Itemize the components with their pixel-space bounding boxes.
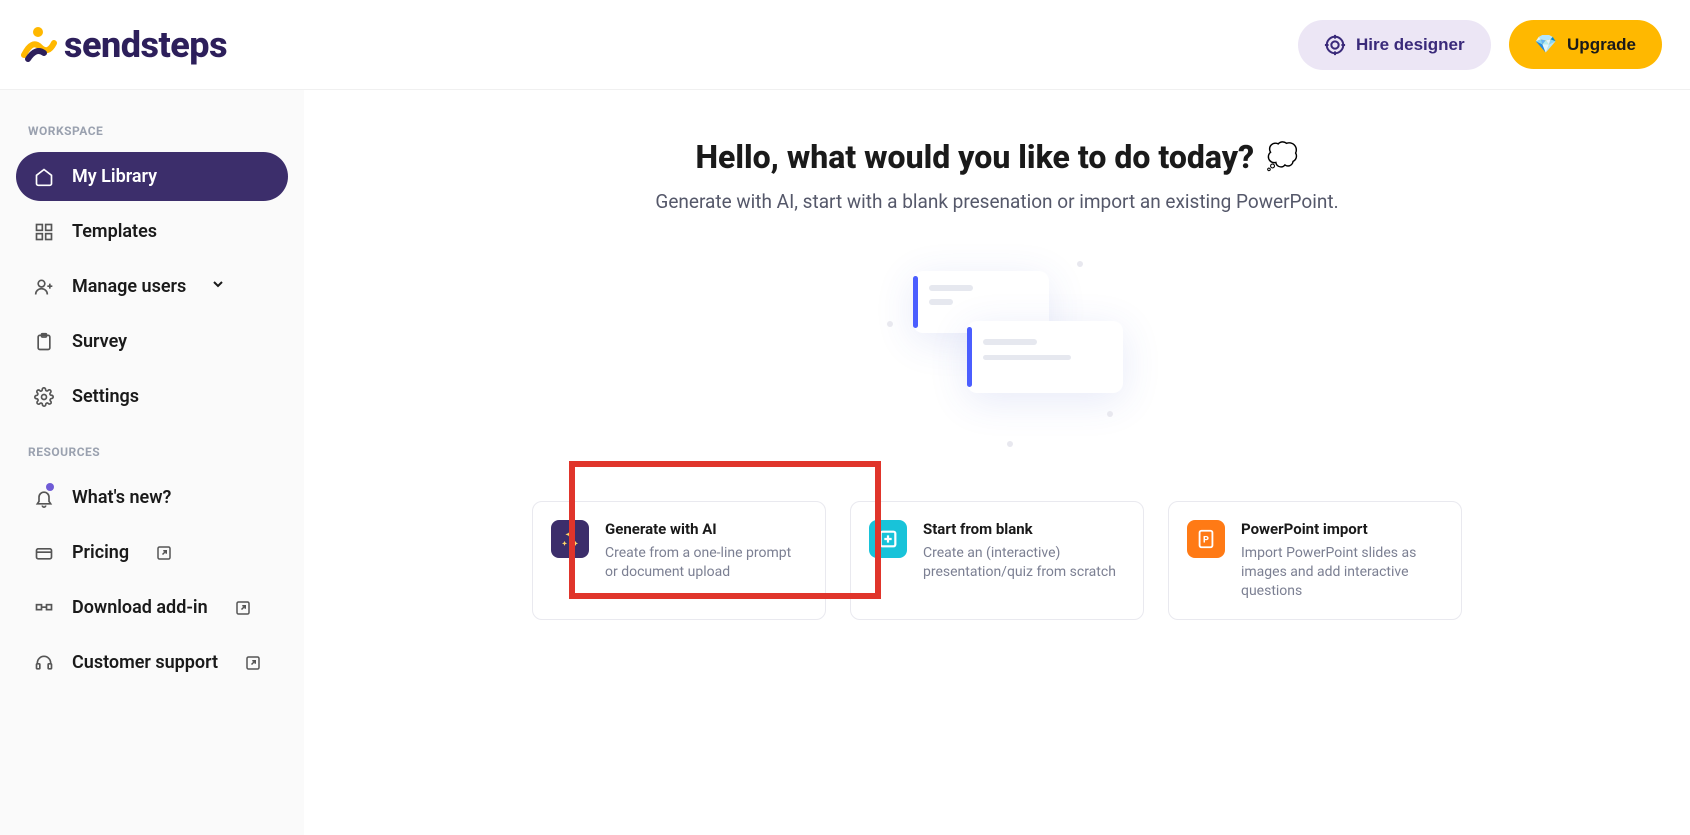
sidebar-item-label: Manage users xyxy=(72,276,186,297)
logo-icon xyxy=(18,25,58,65)
addon-icon xyxy=(34,598,54,618)
thought-icon: 💭 xyxy=(1266,142,1298,172)
ai-sparkle-icon xyxy=(551,520,589,558)
external-link-icon xyxy=(155,544,173,562)
header: sendsteps Hire designer 💎 Upgrade xyxy=(0,0,1690,90)
sidebar-item-templates[interactable]: Templates xyxy=(16,207,288,256)
option-powerpoint-import[interactable]: P PowerPoint import Import PowerPoint sl… xyxy=(1168,501,1462,620)
option-desc: Import PowerPoint slides as images and a… xyxy=(1241,544,1443,601)
powerpoint-icon: P xyxy=(1187,520,1225,558)
sidebar-item-survey[interactable]: Survey xyxy=(16,317,288,366)
tag-icon xyxy=(34,543,54,563)
svg-text:P: P xyxy=(1203,536,1209,546)
sidebar-item-label: Settings xyxy=(72,386,139,407)
sidebar-item-download-addin[interactable]: Download add-in xyxy=(16,583,288,632)
external-link-icon xyxy=(244,654,262,672)
sidebar-item-label: My Library xyxy=(72,166,157,187)
sidebar-item-label: Download add-in xyxy=(72,597,208,618)
sidebar-heading-workspace: WORKSPACE xyxy=(28,124,288,138)
sidebar-item-pricing[interactable]: Pricing xyxy=(16,528,288,577)
option-generate-ai[interactable]: Generate with AI Create from a one-line … xyxy=(532,501,826,620)
clipboard-icon xyxy=(34,332,54,352)
option-desc: Create from a one-line prompt or documen… xyxy=(605,544,807,582)
sidebar-item-customer-support[interactable]: Customer support xyxy=(16,638,288,687)
plus-square-icon xyxy=(869,520,907,558)
sidebar-item-label: Survey xyxy=(72,331,127,352)
sidebar-item-settings[interactable]: Settings xyxy=(16,372,288,421)
main-content: Hello, what would you like to do today? … xyxy=(304,90,1690,835)
sidebar-item-label: What's new? xyxy=(72,487,171,508)
diamond-icon: 💎 xyxy=(1535,34,1557,55)
gear-icon xyxy=(34,387,54,407)
upgrade-label: Upgrade xyxy=(1567,35,1636,55)
option-title: Start from blank xyxy=(923,520,1125,538)
option-start-blank[interactable]: Start from blank Create an (interactive)… xyxy=(850,501,1144,620)
logo-text: sendsteps xyxy=(64,24,227,66)
sidebar-item-label: Templates xyxy=(72,221,157,242)
page-title-text: Hello, what would you like to do today? xyxy=(695,138,1254,176)
home-icon xyxy=(34,167,54,187)
headset-icon xyxy=(34,653,54,673)
option-desc: Create an (interactive) presentation/qui… xyxy=(923,544,1125,582)
grid-icon xyxy=(34,222,54,242)
sidebar: WORKSPACE My Library Templates Manage us… xyxy=(0,90,304,835)
option-title: PowerPoint import xyxy=(1241,520,1443,538)
sidebar-heading-resources: RESOURCES xyxy=(28,445,288,459)
user-plus-icon xyxy=(34,277,54,297)
sidebar-item-manage-users[interactable]: Manage users xyxy=(16,262,288,311)
page-subtitle: Generate with AI, start with a blank pre… xyxy=(344,190,1650,213)
chevron-down-icon xyxy=(210,276,226,297)
sidebar-item-whats-new[interactable]: What's new? xyxy=(16,473,288,522)
option-title: Generate with AI xyxy=(605,520,807,538)
external-link-icon xyxy=(234,599,252,617)
sidebar-item-label: Customer support xyxy=(72,652,218,673)
logo[interactable]: sendsteps xyxy=(18,24,227,66)
hero-illustration xyxy=(344,261,1650,451)
sidebar-item-label: Pricing xyxy=(72,542,129,563)
hire-designer-label: Hire designer xyxy=(1356,35,1465,55)
sidebar-item-my-library[interactable]: My Library xyxy=(16,152,288,201)
page-title: Hello, what would you like to do today? … xyxy=(695,138,1298,176)
hire-designer-button[interactable]: Hire designer xyxy=(1298,20,1491,70)
target-icon xyxy=(1324,34,1346,56)
notification-dot-icon xyxy=(46,483,54,491)
upgrade-button[interactable]: 💎 Upgrade xyxy=(1509,20,1662,69)
